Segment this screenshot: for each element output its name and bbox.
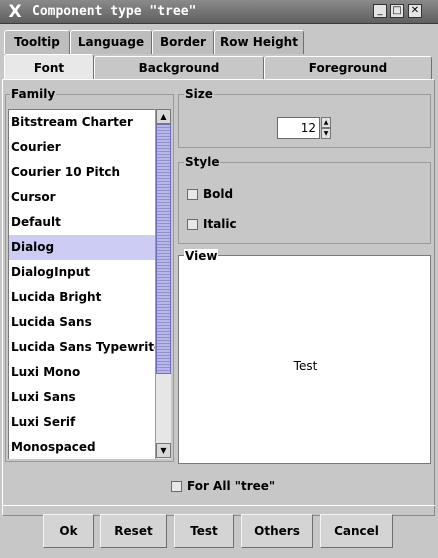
list-item[interactable]: Luxi Sans xyxy=(9,385,155,410)
x-logo-icon[interactable]: X xyxy=(6,1,24,23)
list-item[interactable]: Lucida Sans Typewriter xyxy=(9,335,155,360)
spin-up-icon[interactable]: ▲ xyxy=(321,117,331,128)
family-list[interactable]: Bitstream Charter Courier Courier 10 Pit… xyxy=(8,109,155,459)
list-item-selected[interactable]: Dialog xyxy=(9,235,155,260)
for-all-checkbox[interactable] xyxy=(171,481,182,492)
view-label: View xyxy=(184,249,219,263)
list-item[interactable]: Courier 10 Pitch xyxy=(9,160,155,185)
list-item[interactable]: Monospaced xyxy=(9,435,155,459)
scroll-thumb[interactable] xyxy=(156,124,171,374)
tab-border[interactable]: Border xyxy=(152,30,214,54)
italic-checkbox[interactable] xyxy=(187,219,198,230)
others-button[interactable]: Others xyxy=(241,514,313,548)
italic-label[interactable]: Italic xyxy=(203,217,237,231)
list-item[interactable]: Luxi Serif xyxy=(9,410,155,435)
minimize-icon[interactable]: _ xyxy=(373,4,387,18)
style-label: Style xyxy=(184,155,221,169)
tab-font[interactable]: Font xyxy=(4,54,94,80)
list-item[interactable]: Default xyxy=(9,210,155,235)
size-spinner-field[interactable]: 12 xyxy=(277,117,320,139)
bold-label[interactable]: Bold xyxy=(203,187,233,201)
list-item[interactable]: Bitstream Charter xyxy=(9,110,155,135)
tab-foreground[interactable]: Foreground xyxy=(264,56,432,80)
cancel-button[interactable]: Cancel xyxy=(320,514,393,548)
for-all-label[interactable]: For All "tree" xyxy=(187,479,275,493)
list-item[interactable]: Luxi Mono xyxy=(9,360,155,385)
family-scrollbar[interactable]: ▲ ▼ xyxy=(155,109,171,459)
preview-text: Test xyxy=(293,359,318,373)
style-group xyxy=(178,162,431,244)
title-bar[interactable]: X Component type "tree" _ □ ✕ xyxy=(0,0,438,24)
size-label: Size xyxy=(184,87,214,101)
list-item[interactable]: DialogInput xyxy=(9,260,155,285)
tab-row-height[interactable]: Row Height xyxy=(214,30,304,54)
scroll-up-icon[interactable]: ▲ xyxy=(156,109,171,124)
family-label: Family xyxy=(10,87,57,101)
tab-background[interactable]: Background xyxy=(94,56,264,80)
ok-button[interactable]: Ok xyxy=(43,514,94,548)
spin-down-icon[interactable]: ▼ xyxy=(321,128,331,139)
list-item[interactable]: Lucida Sans xyxy=(9,310,155,335)
list-item[interactable]: Lucida Bright xyxy=(9,285,155,310)
reset-button[interactable]: Reset xyxy=(100,514,167,548)
bold-checkbox[interactable] xyxy=(187,189,198,200)
tab-tooltip[interactable]: Tooltip xyxy=(4,30,70,54)
tab-language[interactable]: Language xyxy=(70,30,152,54)
close-icon[interactable]: ✕ xyxy=(408,4,422,18)
list-item[interactable]: Cursor xyxy=(9,185,155,210)
list-item[interactable]: Courier xyxy=(9,135,155,160)
test-button[interactable]: Test xyxy=(174,514,234,548)
view-preview: Test xyxy=(178,255,431,464)
window-title: Component type "tree" xyxy=(32,4,197,19)
maximize-icon[interactable]: □ xyxy=(390,4,404,18)
scroll-down-icon[interactable]: ▼ xyxy=(156,443,171,458)
